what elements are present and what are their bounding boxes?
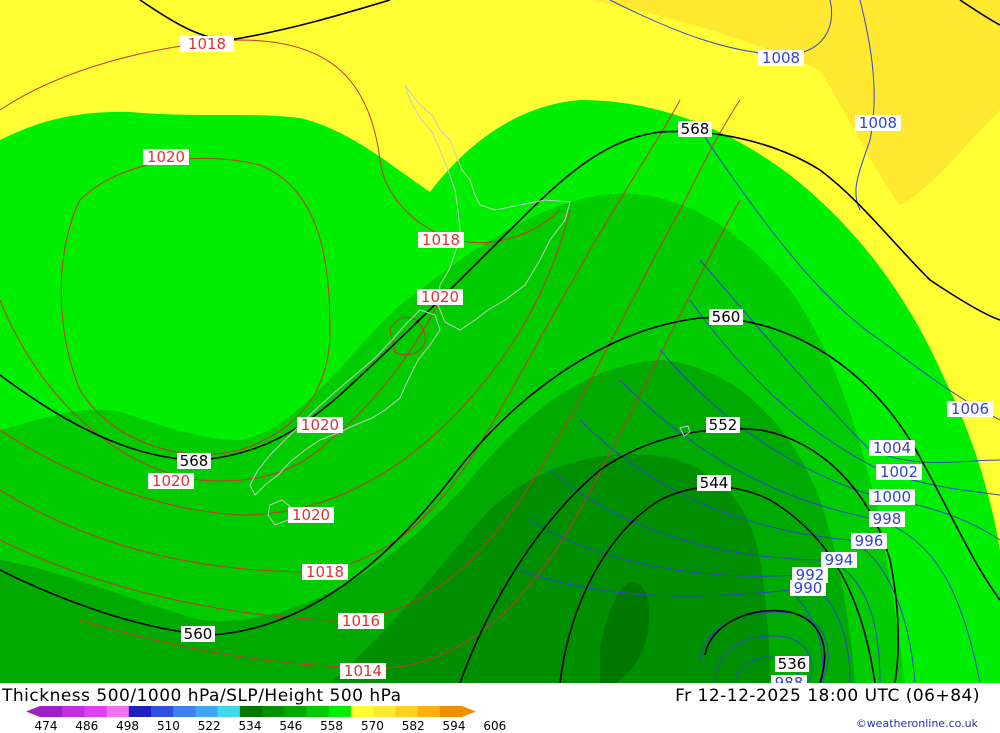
slp-label-1018-s: 1018 <box>306 563 344 581</box>
legend-swatch <box>417 706 441 717</box>
legend-tick-label: 522 <box>198 719 221 732</box>
legend-color-bar <box>26 706 476 717</box>
height-label-536: 536 <box>778 655 807 673</box>
slp-label-990: 990 <box>794 579 823 597</box>
legend-swatch <box>350 706 374 717</box>
legend-swatch <box>373 706 396 717</box>
weather-map: 568 568 560 560 552 544 536 1018 1020 10… <box>0 0 1000 683</box>
legend-tick-label: 582 <box>402 719 425 732</box>
legend-swatch <box>395 706 419 717</box>
legend-swatch <box>262 706 285 717</box>
slp-label-1002: 1002 <box>880 463 918 481</box>
legend-tick-labels: 474 486 498 510 522 534 546 558 570 582 594 606 <box>35 719 507 732</box>
weather-map-page: 568 568 560 560 552 544 536 1018 1020 10… <box>0 0 1000 733</box>
legend-swatch <box>151 706 174 717</box>
legend-tick-label: 474 <box>35 719 58 732</box>
legend-tick-label: 510 <box>157 719 180 732</box>
map-footer: Thickness 500/1000 hPa/SLP/Height 500 hP… <box>0 683 1000 733</box>
slp-label-1020-coast: 1020 <box>301 416 339 434</box>
slp-label-1018-mid: 1018 <box>422 231 460 249</box>
legend-swatch <box>439 706 463 717</box>
legend-swatch <box>62 706 85 717</box>
legend-tick-label: 486 <box>75 719 98 732</box>
slp-label-1000: 1000 <box>873 488 911 506</box>
legend-swatch <box>84 706 108 717</box>
slp-label-1020-s: 1020 <box>292 506 330 524</box>
slp-label-1020-mid: 1020 <box>421 288 459 306</box>
map-valid-time: Fr 12-12-2025 18:00 UTC (06+84) <box>675 686 980 706</box>
height-label-560-w: 560 <box>184 625 213 643</box>
slp-label-1008-a: 1008 <box>762 49 800 67</box>
source-credit: ©weatheronline.co.uk <box>855 717 978 730</box>
legend-tick-label: 558 <box>320 719 343 732</box>
legend-swatch <box>128 706 152 717</box>
height-label-568-w: 568 <box>180 452 209 470</box>
legend-swatch <box>328 706 352 717</box>
legend-tick-label: 594 <box>443 719 466 732</box>
slp-label-1006: 1006 <box>951 400 989 418</box>
slp-label-998: 998 <box>873 510 902 528</box>
slp-label-1020-sw: 1020 <box>152 472 190 490</box>
slp-label-1020-nw: 1020 <box>147 148 185 166</box>
legend-swatch <box>173 706 196 717</box>
height-label-544: 544 <box>700 474 729 492</box>
legend-tick-label: 534 <box>239 719 262 732</box>
slp-label-988: 988 <box>775 674 804 683</box>
slp-label-1008-b: 1008 <box>859 114 897 132</box>
slp-label-996: 996 <box>855 532 884 550</box>
legend-arrow-right <box>462 706 476 717</box>
legend-swatch <box>40 706 63 717</box>
height-label-552: 552 <box>709 416 738 434</box>
legend-swatch <box>239 706 263 717</box>
legend-swatch <box>195 706 219 717</box>
slp-label-1014: 1014 <box>344 662 382 680</box>
legend-arrow-left <box>26 706 40 717</box>
thickness-legend: 474 486 498 510 522 534 546 558 570 582 594 606 <box>26 706 507 732</box>
legend-tick-label: 606 <box>483 719 506 732</box>
slp-label-1018-top: 1018 <box>188 35 226 53</box>
slp-label-1016: 1016 <box>342 612 380 630</box>
legend-tick-label: 570 <box>361 719 384 732</box>
slp-label-1004: 1004 <box>873 439 911 457</box>
height-label-560-e: 560 <box>712 308 741 326</box>
legend-swatch <box>217 706 241 717</box>
legend-swatch <box>284 706 308 717</box>
legend-swatch <box>306 706 330 717</box>
legend-tick-label: 546 <box>279 719 302 732</box>
slp-label-994: 994 <box>825 551 854 569</box>
legend-tick-label: 498 <box>116 719 139 732</box>
height-label-568-ne: 568 <box>681 120 710 138</box>
legend-swatch <box>106 706 130 717</box>
